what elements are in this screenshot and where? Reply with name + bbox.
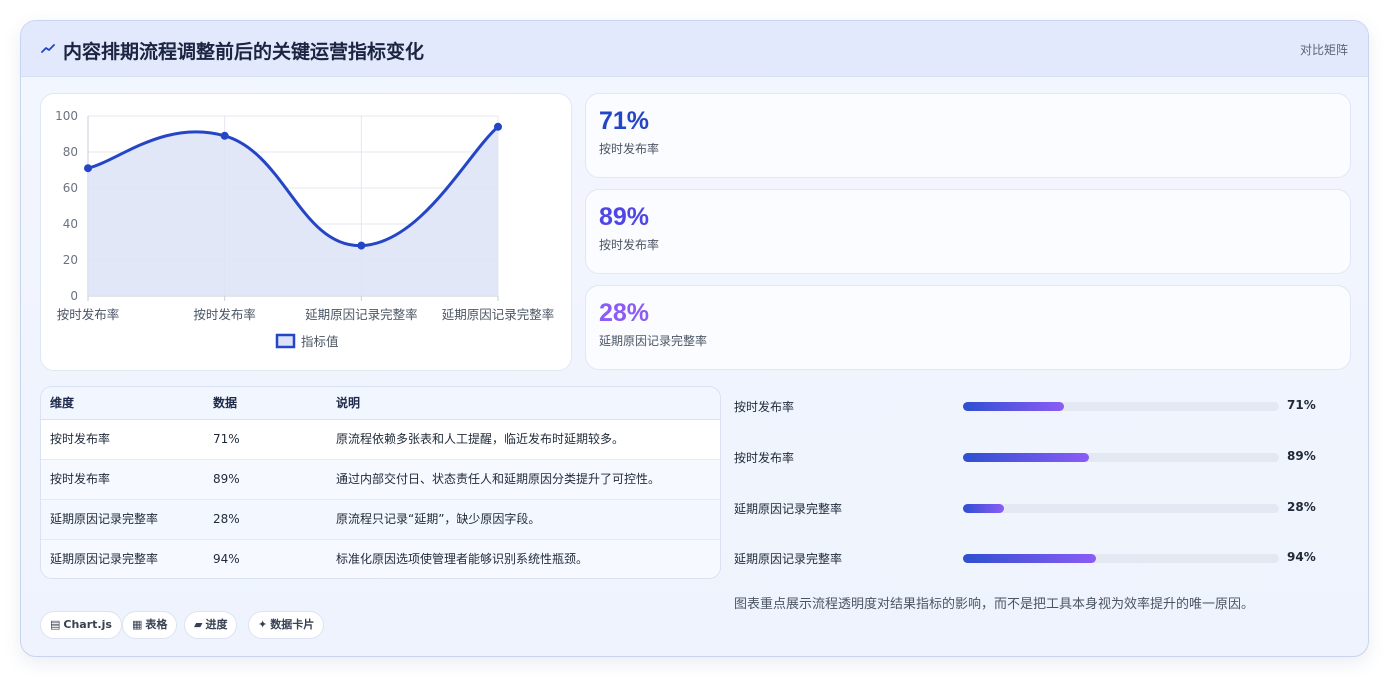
data-point <box>220 131 229 140</box>
x-tick-label: 按时发布率 <box>57 307 120 322</box>
progress-row: 延期原因记录完整率 94% <box>734 548 1334 568</box>
line-chart: 0 20 40 60 80 100 按时发布率 按时发布率 延期原因记录完整率 延期原因记录完整率… <box>55 109 555 349</box>
table-cell: 94% <box>213 552 240 566</box>
stat-card: 71% 按时发布率 <box>585 93 1351 178</box>
sparkle-icon: ✦ <box>258 618 268 631</box>
data-point <box>84 164 92 173</box>
chip-progress[interactable]: ▰ 进度 <box>184 611 238 639</box>
progress-fill <box>963 453 1090 462</box>
progress-label: 按时发布率 <box>734 451 795 465</box>
legend-label: 指标值 <box>301 334 339 349</box>
metrics-table: 维度 数据 说明 按时发布率 71% 原流程依赖多张表和人工提醒，临近发布时延期… <box>40 386 721 579</box>
x-tick-label: 延期原因记录完整率 <box>305 307 418 322</box>
stat-value: 71% <box>599 107 650 135</box>
table-row: 按时发布率 89% 通过内部交付日、状态责任人和延期原因分类提升了可控性。 <box>41 460 720 500</box>
progress-label: 延期原因记录完整率 <box>734 552 843 566</box>
table-cell: 延期原因记录完整率 <box>50 512 159 526</box>
progress-track <box>963 504 1279 513</box>
y-tick-label: 100 <box>55 109 78 123</box>
progress-track <box>963 453 1279 462</box>
progress-row: 延期原因记录完整率 28% <box>734 498 1334 518</box>
progress-track <box>963 402 1279 411</box>
progress-fill <box>963 504 1005 513</box>
legend-swatch <box>275 333 296 349</box>
chip-chartjs[interactable]: ▤ Chart.js <box>40 611 122 639</box>
chip-label: 数据卡片 <box>270 618 315 631</box>
table-header-row: 维度 数据 说明 <box>41 387 720 420</box>
stat-value: 89% <box>599 203 650 231</box>
view-mode-label: 对比矩阵 <box>1299 43 1348 57</box>
chip-label: Chart.js <box>63 618 112 631</box>
chip-table[interactable]: ▦ 表格 <box>122 611 178 639</box>
chart-icon: ▤ <box>50 618 61 631</box>
stat-card: 28% 延期原因记录完整率 <box>585 285 1351 370</box>
table-cell: 28% <box>213 512 240 526</box>
chip-label: 表格 <box>145 618 168 631</box>
line-chart-panel: 0 20 40 60 80 100 按时发布率 按时发布率 延期原因记录完整率 延期原因记录完整率… <box>40 93 572 371</box>
table-row: 延期原因记录完整率 28% 原流程只记录“延期”，缺少原因字段。 <box>41 500 720 540</box>
stat-card: 89% 按时发布率 <box>585 189 1351 274</box>
y-tick-label: 0 <box>70 289 78 303</box>
stat-label: 按时发布率 <box>599 142 660 156</box>
chip-label: 进度 <box>205 618 228 631</box>
chip-data-cards[interactable]: ✦ 数据卡片 <box>248 611 325 639</box>
x-tick-label: 按时发布率 <box>193 307 256 322</box>
y-tick-label: 80 <box>63 145 78 159</box>
progress-value: 71% <box>1287 398 1316 412</box>
chart-footnote: 图表重点展示流程透明度对结果指标的影响，而不是把工具本身视为效率提升的唯一原因。 <box>734 597 1255 612</box>
y-tick-label: 40 <box>63 217 78 231</box>
table-icon: ▦ <box>132 618 143 631</box>
table-cell: 原流程只记录“延期”，缺少原因字段。 <box>336 512 541 526</box>
progress-track <box>963 554 1279 563</box>
table-cell: 按时发布率 <box>50 432 111 446</box>
stat-label: 延期原因记录完整率 <box>599 334 708 348</box>
card-header: 内容排期流程调整前后的关键运营指标变化 对比矩阵 <box>21 21 1368 77</box>
progress-label: 延期原因记录完整率 <box>734 502 843 516</box>
table-cell: 按时发布率 <box>50 472 111 486</box>
table-cell: 延期原因记录完整率 <box>50 552 159 566</box>
trend-line-icon <box>41 44 55 53</box>
stat-label: 按时发布率 <box>599 238 660 252</box>
progress-value: 28% <box>1287 500 1316 514</box>
progress-fill <box>963 402 1065 411</box>
data-point <box>357 241 366 250</box>
stat-value: 28% <box>599 299 650 327</box>
dashboard-card: 内容排期流程调整前后的关键运营指标变化 对比矩阵 0 20 40 60 80 100 按时发… <box>20 20 1369 657</box>
progress-value: 94% <box>1287 550 1316 564</box>
column-header-dimension: 维度 <box>50 396 75 410</box>
progress-row: 按时发布率 71% <box>734 396 1334 416</box>
table-row: 按时发布率 71% 原流程依赖多张表和人工提醒，临近发布时延期较多。 <box>41 420 720 460</box>
data-point <box>494 122 502 131</box>
table-cell: 89% <box>213 472 240 486</box>
x-tick-label: 延期原因记录完整率 <box>442 307 555 322</box>
column-header-data: 数据 <box>213 396 238 410</box>
progress-row: 按时发布率 89% <box>734 447 1334 467</box>
y-tick-label: 20 <box>63 253 78 267</box>
y-tick-label: 60 <box>63 181 78 195</box>
table-cell: 标准化原因选项使管理者能够识别系统性瓶颈。 <box>336 552 589 566</box>
column-header-description: 说明 <box>336 396 361 410</box>
table-cell: 通过内部交付日、状态责任人和延期原因分类提升了可控性。 <box>336 472 661 486</box>
page-title: 内容排期流程调整前后的关键运营指标变化 <box>63 41 425 63</box>
progress-icon: ▰ <box>194 618 203 631</box>
progress-label: 按时发布率 <box>734 400 795 414</box>
table-row: 延期原因记录完整率 94% 标准化原因选项使管理者能够识别系统性瓶颈。 <box>41 540 720 578</box>
progress-value: 89% <box>1287 449 1316 463</box>
table-cell: 原流程依赖多张表和人工提醒，临近发布时延期较多。 <box>336 432 625 446</box>
progress-fill <box>963 554 1096 563</box>
table-cell: 71% <box>213 432 240 446</box>
